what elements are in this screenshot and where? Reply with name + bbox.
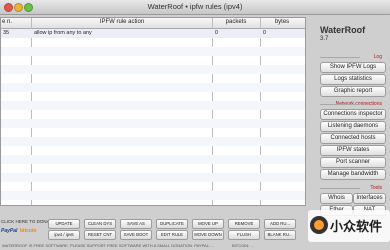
empty-table-row [1,101,305,110]
manage-bandwidth-button[interactable]: Manage bandwidth [320,169,386,180]
clean-dys-button[interactable]: CLEAN DYS [84,219,116,229]
listening-daemons-button[interactable]: Listening daemons [320,121,386,132]
ip-version-button[interactable]: ipv4 / ipv6 [48,230,80,240]
connected-hosts-button[interactable]: Connected hosts [320,133,386,144]
watermark-text: 小众软件 [330,219,383,234]
paypal-link[interactable]: PayPal [1,228,17,234]
reset-counters-button[interactable]: RESET CNT [84,230,116,240]
bitcoin-link[interactable]: bitcoin [20,228,36,234]
column-header-packets[interactable]: packets [213,19,259,25]
network-section-label: Network connections [316,101,390,107]
empty-table-row [1,155,305,164]
blank-rule-button[interactable]: BLANK RU... [264,230,296,240]
empty-table-row [1,83,305,92]
rule-number-cell: 35 [3,30,10,36]
flush-button[interactable]: FLUSH [228,230,260,240]
connections-inspector-button[interactable]: Connections inspector [320,109,386,120]
footer-donation-text: WATERROOF IS FREE SOFTWARE. PLEASE SUPPO… [2,243,215,248]
empty-table-row [1,173,305,182]
watermark-logo-icon [310,216,328,234]
empty-table-row [1,65,305,74]
window-titlebar: WaterRoof • ipfw rules (ipv4) [0,0,390,15]
app-name: WaterRoof [320,25,366,35]
save-as-button[interactable]: SAVE AS [120,219,152,229]
interfaces-button[interactable]: Interfaces [353,193,386,204]
empty-table-row [1,119,305,128]
empty-table-row [1,191,305,200]
footer-bar: WATERROOF IS FREE SOFTWARE. PLEASE SUPPO… [0,242,390,250]
move-down-button[interactable]: MOVE DOWN [192,230,224,240]
tools-section-label: Tools [316,185,390,191]
rule-action-cell: allow ip from any to any [34,30,92,36]
app-version: 3.7 [320,36,329,42]
packets-cell: 0 [215,30,219,36]
show-ipfw-logs-button[interactable]: Show IPFW Logs [320,62,386,73]
port-scanner-button[interactable]: Port scanner [320,157,386,168]
duplicate-button[interactable]: DUPLICATE [156,219,188,229]
donate-area: CLICK HERE TO DONATE: PayPal bitcoin [0,218,56,240]
bytes-cell: 0 [263,30,267,36]
whois-button[interactable]: Whois [320,193,353,204]
table-row[interactable]: 35 allow ip from any to any 0 0 [1,29,305,38]
empty-table-row [1,47,305,56]
edit-rule-button[interactable]: EDIT RULE [156,230,188,240]
update-button[interactable]: UPDATE [48,219,80,229]
footer-bitcoin-text: BITCOIN: ... [232,243,254,248]
logs-statistics-button[interactable]: Logs statistics [320,74,386,85]
window-title: WaterRoof • ipfw rules (ipv4) [147,2,243,11]
move-up-button[interactable]: MOVE UP [192,219,224,229]
column-header-rule-number[interactable]: e n. [2,19,30,25]
column-header-bytes[interactable]: bytes [261,19,303,25]
remove-button[interactable]: REMOVE [228,219,260,229]
graphic-report-button[interactable]: Graphic report [320,86,386,97]
column-header-action[interactable]: IPFW rule action [33,19,211,25]
action-button-bar: CLICK HERE TO DONATE: PayPal bitcoin UPD… [0,218,304,240]
ipfw-states-button[interactable]: IPFW states [320,145,386,156]
sidebar: WaterRoof 3.7 Log Show IPFW Logs Logs st… [316,17,390,242]
site-watermark: 小众软件 [308,210,390,242]
add-rule-button[interactable]: ADD RU... [264,219,296,229]
rules-table[interactable]: e n. IPFW rule action packets bytes 35 a… [0,17,306,206]
empty-table-row [1,137,305,146]
log-section-label: Log [316,54,390,60]
save-boot-button[interactable]: SAVE BOOT [120,230,152,240]
